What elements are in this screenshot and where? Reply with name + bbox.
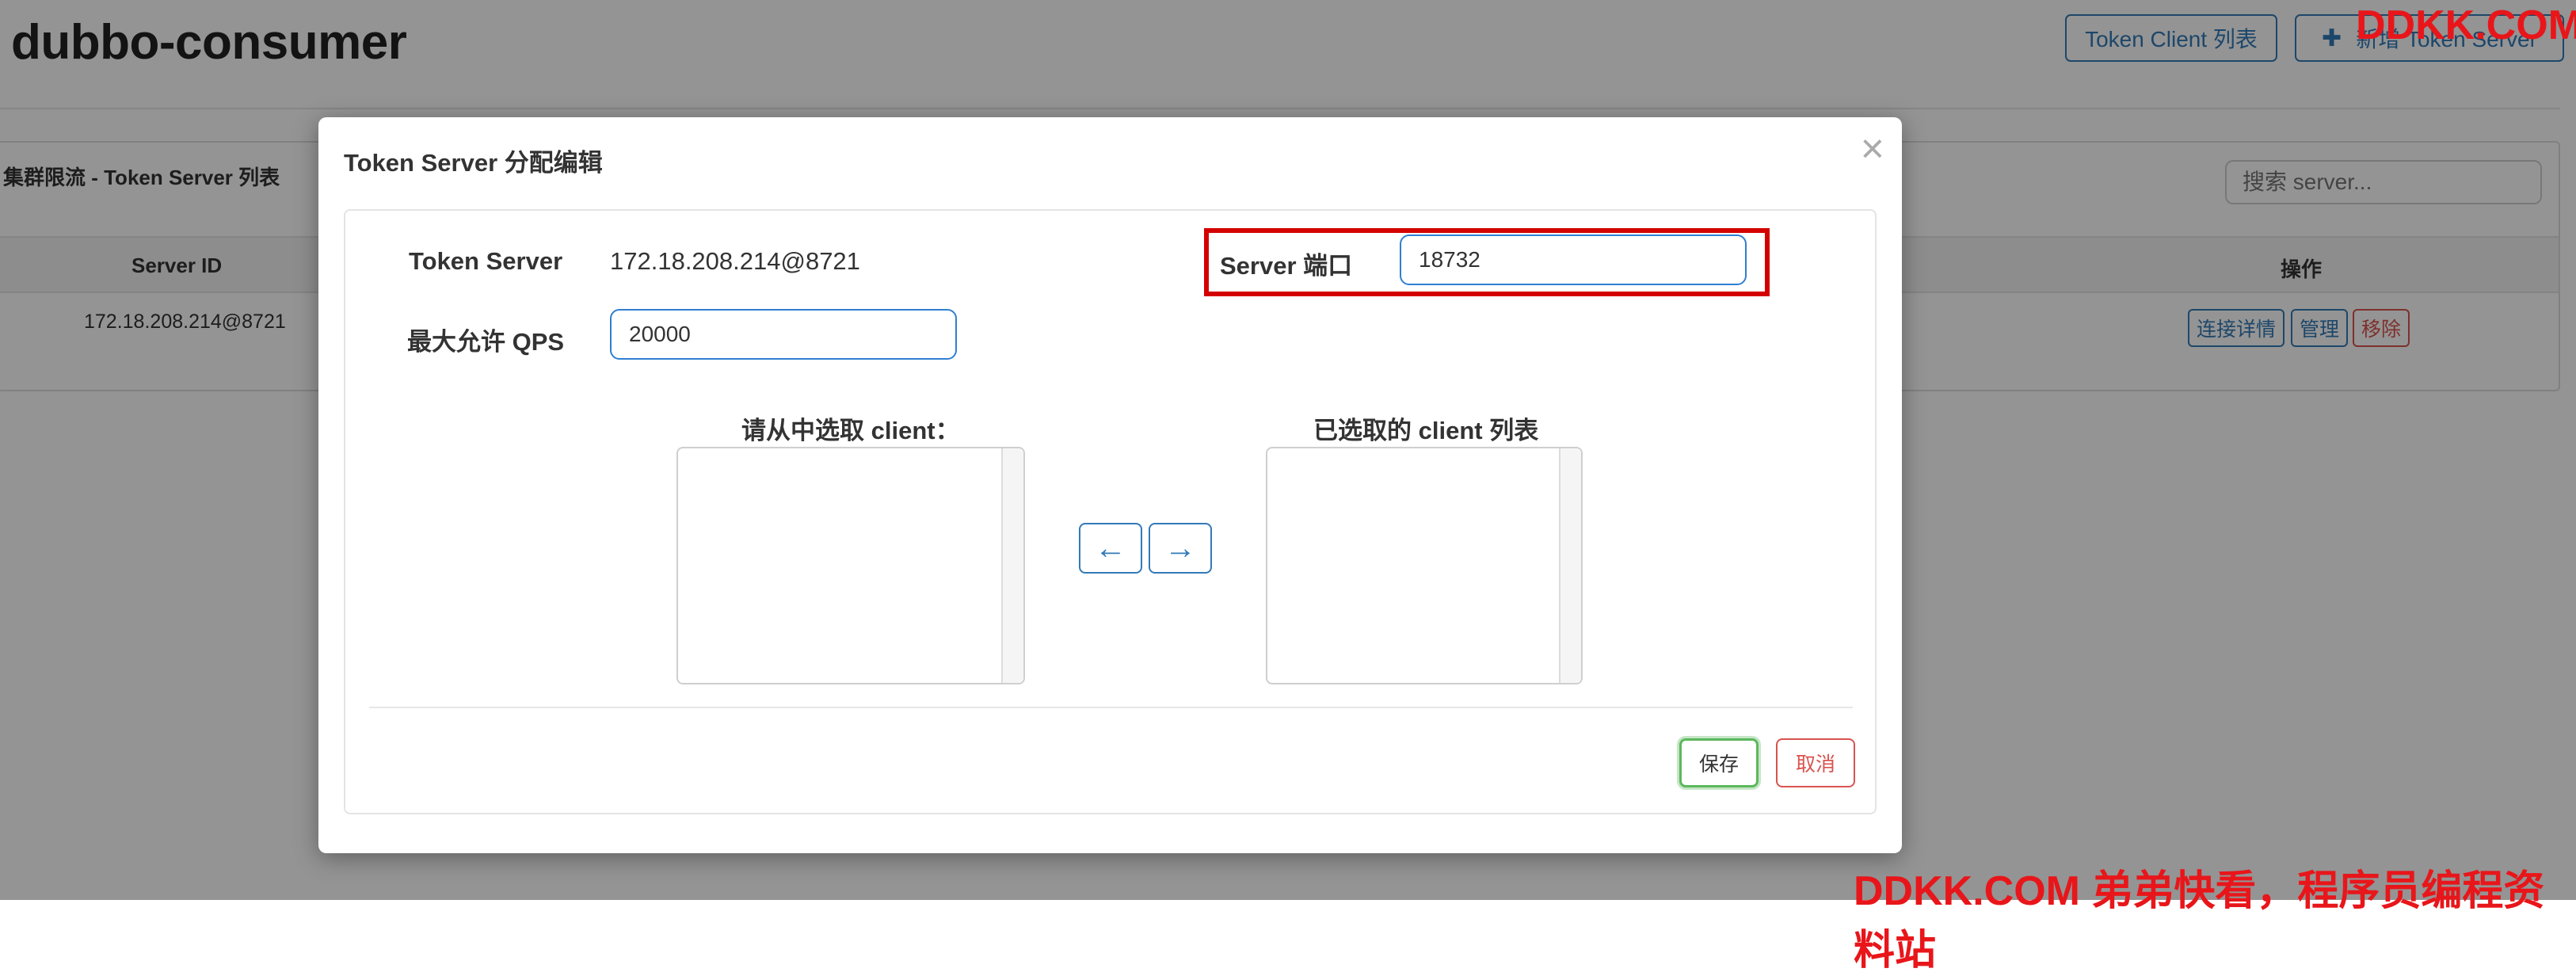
server-port-label: Server 端口 bbox=[1220, 252, 1353, 280]
close-icon[interactable]: × bbox=[1861, 128, 1884, 170]
max-qps-input[interactable] bbox=[610, 309, 957, 360]
move-right-button[interactable]: → bbox=[1149, 523, 1212, 574]
server-port-input[interactable] bbox=[1400, 234, 1747, 285]
scrollbar[interactable] bbox=[1559, 448, 1581, 683]
move-left-button[interactable]: ← bbox=[1079, 523, 1142, 574]
arrow-right-icon: → bbox=[1164, 530, 1196, 566]
selected-clients-listbox[interactable] bbox=[1266, 447, 1583, 684]
modal-title: Token Server 分配编辑 bbox=[344, 149, 603, 177]
selected-clients-label: 已选取的 client 列表 bbox=[1313, 417, 1539, 444]
footer-divider bbox=[369, 707, 1853, 708]
watermark-top: DDKK.COM bbox=[2356, 2, 2576, 48]
max-qps-label: 最大允许 QPS bbox=[407, 328, 565, 356]
watermark-bottom: DDKK.COM 弟弟快看，程序员编程资料站 bbox=[1854, 868, 2545, 974]
modal-form: Token Server 172.18.208.214@8721 Server … bbox=[344, 209, 1877, 814]
token-server-label: Token Server bbox=[409, 247, 563, 275]
arrow-left-icon: ← bbox=[1095, 530, 1126, 566]
token-server-edit-modal: Token Server 分配编辑 × Token Server 172.18.… bbox=[318, 117, 1902, 853]
available-clients-label: 请从中选取 client： bbox=[741, 417, 960, 444]
cancel-label: 取消 bbox=[1795, 753, 1835, 776]
scrollbar[interactable] bbox=[1001, 448, 1023, 683]
save-button[interactable]: 保存 bbox=[1679, 738, 1759, 787]
save-label: 保存 bbox=[1698, 753, 1739, 776]
cancel-button[interactable]: 取消 bbox=[1776, 738, 1855, 787]
available-clients-listbox[interactable] bbox=[676, 447, 1025, 684]
token-server-value: 172.18.208.214@8721 bbox=[610, 247, 860, 275]
